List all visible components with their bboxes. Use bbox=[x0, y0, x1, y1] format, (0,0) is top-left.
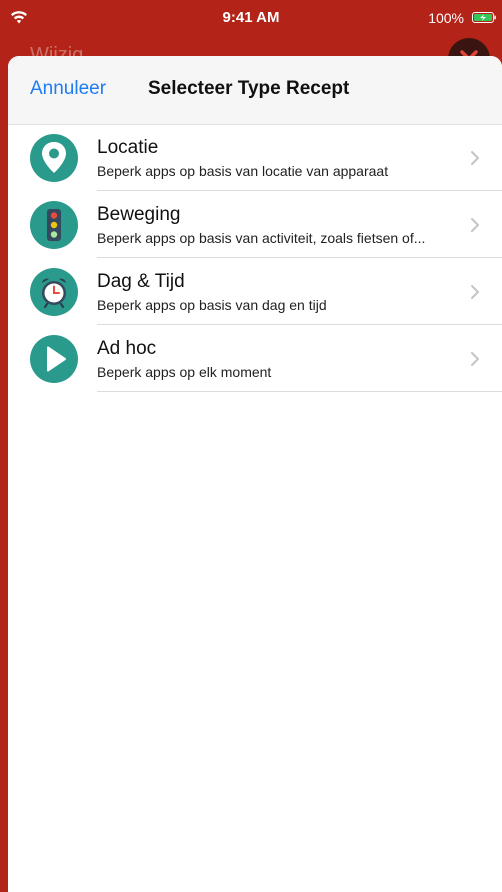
status-time: 9:41 AM bbox=[222, 9, 280, 26]
chevron-right-icon bbox=[471, 151, 479, 165]
play-icon bbox=[30, 335, 78, 383]
chevron-right-icon bbox=[471, 285, 479, 299]
status-bar: 9:41 AM 100% bbox=[0, 0, 502, 40]
alarm-clock-icon bbox=[30, 268, 78, 316]
item-subtitle: Beperk apps op basis van dag en tijd bbox=[97, 297, 327, 313]
recipe-type-ad-hoc[interactable]: Ad hoc Beperk apps op elk moment bbox=[8, 325, 502, 392]
recipe-type-location[interactable]: Locatie Beperk apps op basis van locatie… bbox=[8, 124, 502, 191]
cancel-button[interactable]: Annuleer bbox=[30, 78, 106, 100]
item-subtitle: Beperk apps op basis van activiteit, zoa… bbox=[97, 230, 426, 246]
recipe-type-list: Locatie Beperk apps op basis van locatie… bbox=[8, 124, 502, 392]
chevron-right-icon bbox=[471, 218, 479, 232]
traffic-light-icon bbox=[30, 201, 78, 249]
recipe-type-day-time[interactable]: Dag & Tijd Beperk apps op basis van dag … bbox=[8, 258, 502, 325]
item-title: Beweging bbox=[97, 204, 181, 225]
item-subtitle: Beperk apps op elk moment bbox=[97, 364, 272, 380]
item-subtitle: Beperk apps op basis van locatie van app… bbox=[97, 163, 389, 179]
navigation-bar: Annuleer Selecteer Type Recept bbox=[8, 56, 502, 125]
item-title: Ad hoc bbox=[97, 338, 157, 359]
battery-charging-icon bbox=[472, 12, 496, 23]
recipe-type-motion[interactable]: Beweging Beperk apps op basis van activi… bbox=[8, 191, 502, 258]
location-pin-icon bbox=[30, 134, 78, 182]
battery-percent: 100% bbox=[428, 10, 464, 26]
sheet-title: Selecteer Type Recept bbox=[148, 78, 350, 99]
row-separator bbox=[97, 391, 502, 392]
item-title: Locatie bbox=[97, 137, 159, 158]
chevron-right-icon bbox=[471, 352, 479, 366]
select-recipe-type-sheet: Annuleer Selecteer Type Recept Locatie B… bbox=[8, 56, 502, 892]
item-title: Dag & Tijd bbox=[97, 271, 185, 292]
